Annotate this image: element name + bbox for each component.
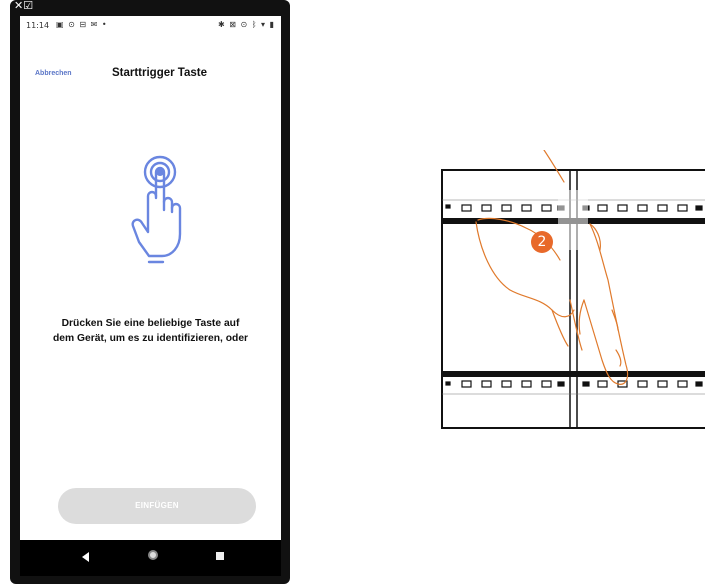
phone-screen: 11:14 ▣ ⊙ ⊟ ✉ • ✱ ⊠ ⊙ ᛒ ▾ ▮ Abbrechen St… (20, 16, 281, 540)
status-time: 11:14 (26, 21, 50, 30)
page-title: Starttrigger Taste (111, 67, 207, 79)
home-icon[interactable] (148, 550, 158, 560)
back-icon[interactable] (82, 552, 89, 562)
phone-frame: ✕☑ 11:14 ▣ ⊙ ⊟ ✉ • ✱ ⊠ ⊙ ᛒ ▾ ▮ Abbrechen… (10, 0, 290, 584)
instruction-line-2: dem Gerät, um es zu identifizieren, oder (52, 333, 249, 344)
recents-icon[interactable] (216, 552, 224, 560)
step-number-badge: 2 (531, 231, 553, 253)
touch-hand-icon (125, 152, 185, 272)
android-nav-bar (20, 540, 281, 576)
device-illustration (440, 149, 705, 430)
insert-button[interactable]: EINFÜGEN (58, 488, 256, 524)
screenshot-corner-icon: ✕☑ (14, 0, 34, 12)
instruction-text: Drücken Sie eine beliebige Taste auf dem… (20, 316, 281, 346)
status-bar: 11:14 ▣ ⊙ ⊟ ✉ • ✱ ⊠ ⊙ ᛒ ▾ ▮ (20, 16, 281, 34)
instruction-line-1: Drücken Sie eine beliebige Taste auf (61, 318, 240, 329)
status-notification-icons: ▣ ⊙ ⊟ ✉ • (56, 20, 108, 29)
status-system-icons: ✱ ⊠ ⊙ ᛒ ▾ ▮ (217, 20, 275, 29)
